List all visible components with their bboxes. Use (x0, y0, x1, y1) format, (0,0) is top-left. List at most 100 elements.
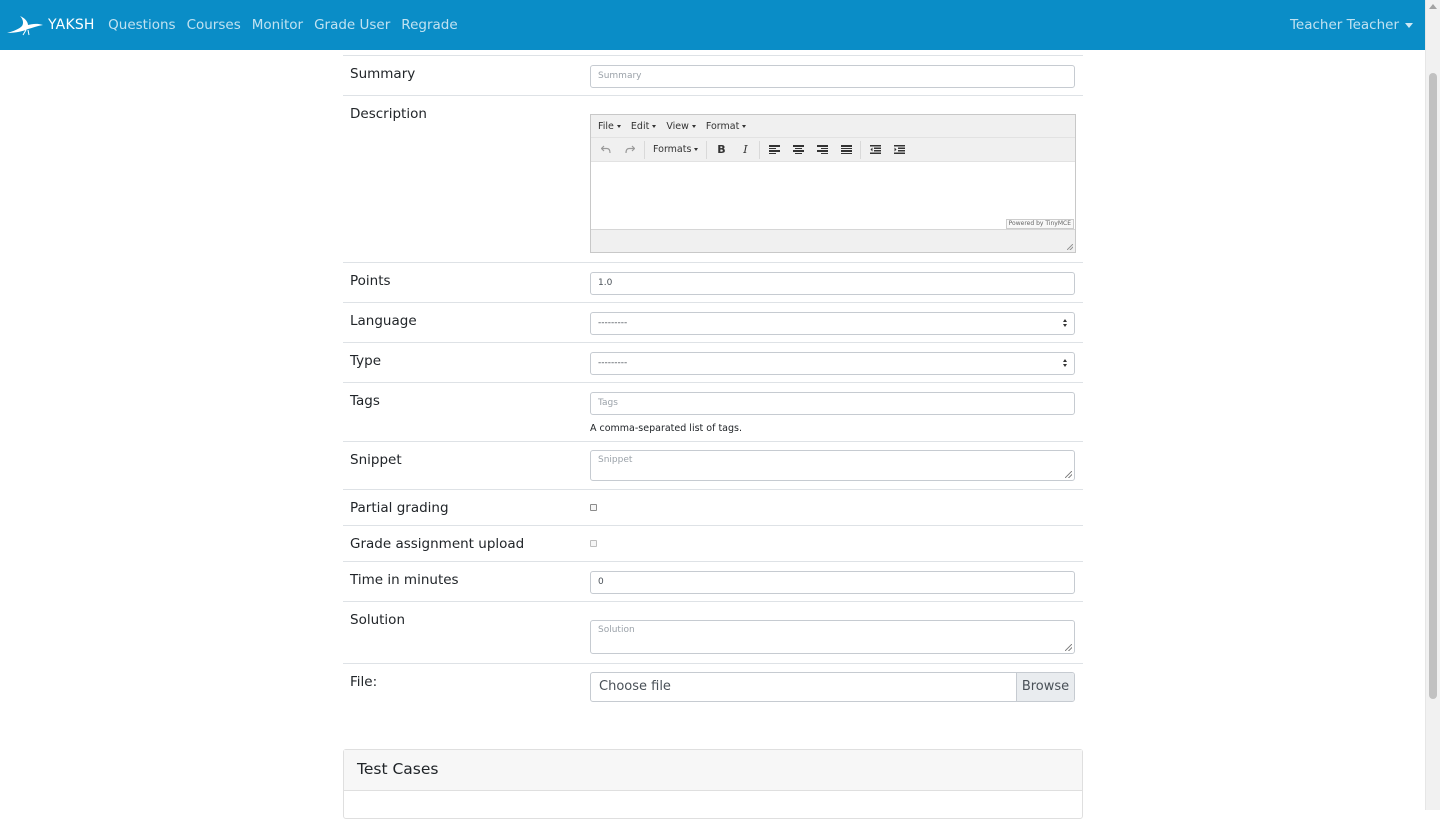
undo-button[interactable] (594, 140, 618, 160)
chevron-down-icon (694, 148, 699, 151)
align-justify-icon (840, 145, 852, 154)
outdent-button[interactable] (863, 140, 887, 160)
user-menu[interactable]: Teacher Teacher (1290, 0, 1413, 50)
file-upload[interactable]: Choose file Browse (590, 672, 1075, 702)
top-navbar: YAKSH Questions Courses Monitor Grade Us… (0, 0, 1425, 50)
chevron-down-icon (742, 124, 747, 128)
description-row: Description File Edit View Format Format… (343, 95, 1083, 262)
toolbar-divider (706, 140, 708, 159)
chevron-down-icon (652, 124, 657, 128)
question-form: Summary Summary Description File Edit Vi… (343, 55, 1083, 709)
align-center-icon (792, 145, 804, 154)
caret-down-icon (1405, 22, 1413, 28)
editor-toolbar: Formats B I (591, 138, 1075, 162)
scroll-up-icon[interactable] (1429, 4, 1437, 9)
align-left-icon (768, 145, 780, 154)
tags-label: Tags (350, 393, 380, 409)
toolbar-divider (860, 140, 862, 159)
summary-row: Summary Summary (343, 55, 1083, 95)
align-right-button[interactable] (810, 140, 834, 160)
description-label: Description (350, 106, 427, 122)
crane-bird-icon (7, 16, 43, 36)
type-label: Type (350, 353, 382, 369)
indent-button[interactable] (887, 140, 911, 160)
test-cases-card: Test Cases (343, 749, 1083, 819)
undo-icon (601, 145, 611, 154)
editor-content-area[interactable]: Powered by TinyMCE (591, 162, 1075, 229)
nav-questions[interactable]: Questions (103, 17, 181, 33)
scrollbar-thumb[interactable] (1429, 73, 1437, 699)
editor-statusbar (591, 229, 1075, 252)
align-left-button[interactable] (762, 140, 786, 160)
time-in-minutes-input[interactable]: 0 (590, 571, 1075, 594)
tags-input[interactable]: Tags (590, 392, 1075, 415)
rich-text-editor: File Edit View Format Formats B I Powere… (590, 114, 1076, 253)
partial-grading-label: Partial grading (350, 500, 449, 516)
type-row: Type --------- (343, 342, 1083, 382)
grade-assignment-upload-label: Grade assignment upload (350, 536, 525, 552)
editor-menubar: File Edit View Format (591, 115, 1075, 138)
solution-textarea[interactable]: Solution (590, 620, 1075, 654)
language-label: Language (350, 313, 417, 329)
align-justify-button[interactable] (834, 140, 858, 160)
time-row: Time in minutes 0 (343, 561, 1083, 601)
file-label: File: (350, 674, 378, 690)
points-label: Points (350, 273, 391, 289)
brand-name: YAKSH (48, 17, 95, 33)
snippet-placeholder: Snippet (598, 455, 633, 465)
snippet-row: Snippet Snippet (343, 441, 1083, 489)
file-row: File: Choose file Browse (343, 663, 1083, 709)
resize-handle-icon[interactable] (1067, 244, 1073, 250)
menu-format[interactable]: Format (701, 121, 751, 132)
resize-handle-icon[interactable] (1065, 644, 1072, 651)
tags-help-text: A comma-separated list of tags. (590, 423, 742, 434)
grade-assignment-upload-checkbox[interactable] (590, 540, 597, 547)
solution-label: Solution (350, 612, 405, 628)
toolbar-divider (759, 140, 761, 159)
redo-icon (625, 145, 635, 154)
browse-button[interactable]: Browse (1016, 673, 1074, 701)
type-select[interactable]: --------- (590, 352, 1075, 375)
partial-grading-row: Partial grading (343, 489, 1083, 525)
toolbar-divider (644, 140, 645, 159)
test-cases-title: Test Cases (344, 750, 1082, 791)
outdent-icon (869, 145, 881, 154)
redo-button[interactable] (618, 140, 642, 160)
bold-button[interactable]: B (709, 140, 733, 160)
language-select[interactable]: --------- (590, 312, 1075, 335)
menu-edit[interactable]: Edit (626, 121, 661, 132)
solution-placeholder: Solution (598, 625, 635, 635)
snippet-label: Snippet (350, 452, 402, 468)
grade-assignment-upload-row: Grade assignment upload (343, 525, 1083, 561)
partial-grading-checkbox[interactable] (590, 504, 597, 511)
solution-row: Solution Solution (343, 601, 1083, 663)
points-input[interactable]: 1.0 (590, 272, 1075, 295)
menu-view[interactable]: View (661, 121, 701, 132)
align-center-button[interactable] (786, 140, 810, 160)
align-right-icon (816, 145, 828, 154)
nav-grade-user[interactable]: Grade User (309, 17, 396, 33)
indent-icon (893, 145, 905, 154)
nav-courses[interactable]: Courses (181, 17, 246, 33)
powered-by-tinymce[interactable]: Powered by TinyMCE (1005, 219, 1074, 229)
points-row: Points 1.0 (343, 262, 1083, 302)
nav-monitor[interactable]: Monitor (246, 17, 308, 33)
language-row: Language --------- (343, 302, 1083, 342)
choose-file-label[interactable]: Choose file (591, 673, 1016, 701)
nav-regrade[interactable]: Regrade (396, 17, 463, 33)
chevron-down-icon (616, 124, 621, 128)
menu-file[interactable]: File (593, 121, 626, 132)
brand-link[interactable]: YAKSH (6, 0, 95, 50)
summary-label: Summary (350, 66, 416, 82)
time-in-minutes-label: Time in minutes (350, 572, 459, 588)
page-scrollbar[interactable] (1425, 0, 1440, 810)
italic-button[interactable]: I (733, 140, 757, 160)
summary-input[interactable]: Summary (590, 65, 1075, 88)
type-selected: --------- (598, 358, 628, 368)
snippet-textarea[interactable]: Snippet (590, 450, 1075, 481)
select-arrows-icon (1063, 319, 1067, 327)
resize-handle-icon[interactable] (1065, 471, 1072, 478)
formats-dropdown[interactable]: Formats (647, 140, 704, 160)
user-name: Teacher Teacher (1289, 17, 1399, 33)
language-selected: --------- (598, 318, 628, 328)
